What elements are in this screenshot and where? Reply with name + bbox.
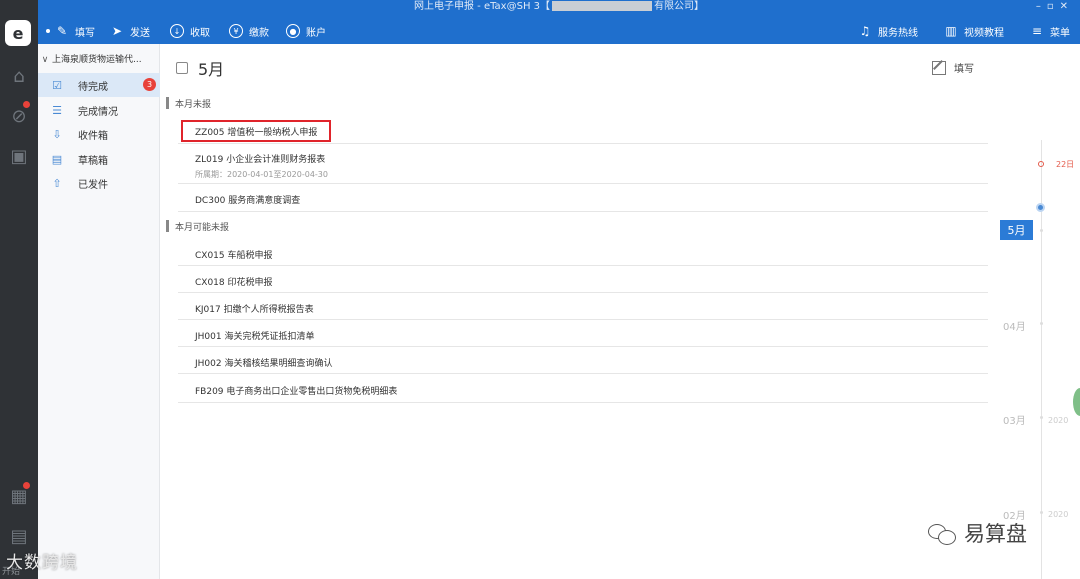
document-icon[interactable]: ▣ [7, 144, 31, 168]
sidebar-item-pending[interactable]: ☑ 待完成 3 [38, 73, 160, 97]
minimize-icon[interactable]: – [1036, 1, 1047, 12]
left-rail: e ⌂ ⊘ ▣ ▦ ▤ 开始 [0, 0, 38, 579]
headset-icon: ♫ [859, 24, 871, 38]
timeline-tick [1040, 322, 1043, 325]
window-controls: –▫✕ [1036, 1, 1074, 12]
timeline-tick [1040, 229, 1043, 232]
toolbar-payment-button[interactable]: ¥ 缴款 [229, 22, 269, 40]
notification-dot [23, 101, 30, 108]
sidebar-item-label: 完成情况 [78, 106, 118, 118]
toolbar-hotline-button[interactable]: ♫ 服务热线 [858, 22, 918, 40]
current-month-badge[interactable]: 5月 [1000, 220, 1033, 240]
timeline-year: 2020 [1048, 416, 1069, 425]
restore-icon[interactable]: ▫ [1047, 1, 1060, 12]
send-icon: ➤ [111, 24, 123, 38]
toolbar-menu-button[interactable]: ≡ 菜单 [1030, 22, 1070, 40]
doc-icon[interactable]: ▤ [7, 524, 31, 548]
period-text: 所属期：2020-04-01至2020-04-30 [195, 170, 328, 179]
watermark-right-text: 易算盘 [964, 522, 1027, 546]
sidebar-item-label: 已发件 [78, 179, 108, 191]
apps-notification-dot [23, 482, 30, 489]
timeline-tick [1040, 416, 1043, 419]
timeline-year: 2020 [1048, 510, 1069, 519]
org-name: 上海泉顺货物运输代... [52, 55, 142, 65]
today-label: 22日 [1056, 160, 1075, 169]
timeline-month[interactable]: 04月 [1003, 318, 1026, 333]
active-dot [46, 29, 50, 33]
redacted-company-name [552, 1, 653, 11]
top-bar: 网上电子申报 - eTax@SH 3【 有限公司】 –▫✕ ✎ 填写 ➤ 发送 ↓… [38, 0, 1080, 44]
timeline-tick [1040, 511, 1043, 514]
current-marker [1036, 203, 1045, 212]
edit-icon: ✎ [56, 24, 68, 38]
chevron-down-icon: ∨ [41, 55, 49, 65]
window-title-suffix: 有限公司】 [654, 1, 705, 12]
list-item[interactable]: FB209 电子商务出口企业零售出口货物免税明细表 [178, 374, 988, 403]
toolbar-receive-button[interactable]: ↓ 收取 [170, 22, 210, 40]
timeline-month[interactable]: 03月 [1003, 412, 1026, 427]
inbox-icon: ⇩ [52, 127, 62, 141]
sidebar-item-completion[interactable]: ☰ 完成情况 [38, 98, 160, 122]
fill-button[interactable]: 填写 [932, 60, 974, 75]
toolbar-fill-button[interactable]: ✎ 填写 [46, 22, 95, 40]
watermark-left: 大数跨境 [6, 553, 78, 573]
calendar-icon [176, 62, 188, 74]
wechat-icon [928, 522, 956, 545]
video-icon: ▥ [945, 24, 957, 38]
list-item[interactable]: JH001 海关完税凭证抵扣清单 [178, 320, 988, 347]
toolbar-video-button[interactable]: ▥ 视频教程 [944, 22, 1004, 40]
sidebar-item-sent[interactable]: ⇧ 已发件 [38, 171, 160, 195]
sidebar-item-label: 草稿箱 [78, 155, 108, 167]
window-title: 网上电子申报 - eTax@SH 3【 有限公司】 [38, 0, 1080, 14]
download-icon: ↓ [170, 24, 184, 38]
sidebar-item-label: 收件箱 [78, 130, 108, 142]
bank-icon[interactable]: ⌂ [7, 64, 31, 88]
toolbar-send-button[interactable]: ➤ 发送 [110, 22, 150, 40]
sent-icon: ⇧ [52, 176, 62, 190]
section-marker [166, 97, 169, 109]
list-item[interactable]: DC300 服务商满意度调查 [178, 184, 988, 212]
sidebar: ∨ 上海泉顺货物运输代... ☑ 待完成 3 ☰ 完成情况 ⇩ 收件箱 ▤ 草稿箱… [38, 44, 160, 579]
checklist-icon: ☑ [52, 78, 62, 92]
draft-icon: ▤ [51, 152, 63, 166]
app-logo-icon: e [5, 20, 31, 46]
menu-icon: ≡ [1031, 24, 1043, 38]
close-icon[interactable]: ✕ [1060, 1, 1074, 12]
sidebar-item-inbox[interactable]: ⇩ 收件箱 [38, 122, 160, 146]
list-item[interactable]: KJ017 扣缴个人所得税报告表 [178, 293, 988, 320]
sidebar-item-label: 待完成 [78, 81, 108, 93]
month-header: 5月 [176, 56, 224, 80]
floating-helper-icon[interactable] [1073, 388, 1080, 416]
yen-icon: ¥ [229, 24, 243, 38]
list-item[interactable]: CX018 印花税申报 [178, 266, 988, 293]
user-icon: ● [286, 24, 300, 38]
window-title-prefix: 网上电子申报 - eTax@SH 3【 [413, 1, 551, 12]
pending-count-badge: 3 [143, 78, 156, 91]
month-title: 5月 [198, 60, 225, 79]
section-possible: 本月可能未报 [166, 219, 229, 233]
highlight-box [181, 120, 331, 142]
watermark-right: 易算盘 [928, 518, 1027, 548]
section-marker [166, 220, 169, 232]
list-icon: ☰ [52, 103, 62, 117]
list-item[interactable]: ZL019 小企业会计准则财务报表 所属期：2020-04-01至2020-04… [178, 144, 988, 184]
list-item[interactable]: JH002 海关稽核结果明细查询确认 [178, 347, 988, 374]
list-item[interactable]: CX015 车船税申报 [178, 239, 988, 266]
org-selector[interactable]: ∨ 上海泉顺货物运输代... [38, 52, 160, 66]
edit-icon [932, 60, 946, 75]
sidebar-item-drafts[interactable]: ▤ 草稿箱 [38, 147, 160, 171]
main-panel: 5月 填写 本月未报 ZZ005 增值税一般纳税人申报 ZL019 小企业会计准… [160, 44, 1080, 579]
etax-window: e ⌂ ⊘ ▣ ▦ ▤ 开始 网上电子申报 - eTax@SH 3【 有限公司】 … [0, 0, 1080, 579]
section-unreported: 本月未报 [166, 96, 211, 110]
today-marker [1038, 161, 1044, 167]
toolbar-account-button[interactable]: ● 账户 [286, 22, 326, 40]
